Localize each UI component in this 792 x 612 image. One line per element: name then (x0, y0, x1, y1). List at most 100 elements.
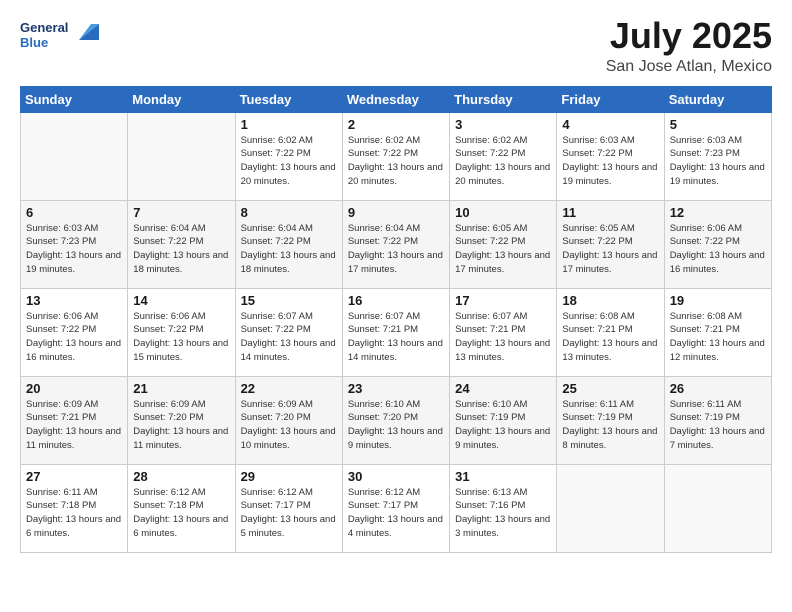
day-info: Sunrise: 6:04 AMSunset: 7:22 PMDaylight:… (348, 222, 444, 277)
calendar-week-row: 6 Sunrise: 6:03 AMSunset: 7:23 PMDaylight… (21, 200, 772, 288)
table-row: 10Sunrise: 6:05 AMSunset: 7:22 PMDayligh… (450, 200, 557, 288)
table-row: 27 Sunrise: 6:11 AMSunset: 7:18 PMDayligh… (21, 464, 128, 552)
day-info: Sunrise: 6:06 AMSunset: 7:22 PMDaylight:… (26, 310, 122, 365)
day-info: Sunrise: 6:08 AMSunset: 7:21 PMDaylight:… (562, 310, 658, 365)
table-row: 3 Sunrise: 6:02 AMSunset: 7:22 PMDaylight… (450, 112, 557, 200)
table-row: 22Sunrise: 6:09 AMSunset: 7:20 PMDayligh… (235, 376, 342, 464)
day-number: 4 (562, 117, 658, 132)
day-number: 3 (455, 117, 551, 132)
table-row (557, 464, 664, 552)
table-row (664, 464, 771, 552)
table-row: 19 Sunrise: 6:08 AMSunset: 7:21 PMDayligh… (664, 288, 771, 376)
day-info: Sunrise: 6:04 AMSunset: 7:22 PMDaylight:… (133, 222, 229, 277)
day-info: Sunrise: 6:12 AMSunset: 7:17 PMDaylight:… (348, 486, 444, 541)
day-number: 2 (348, 117, 444, 132)
day-info: Sunrise: 6:02 AMSunset: 7:22 PMDaylight:… (348, 134, 444, 189)
day-number: 15 (241, 293, 337, 308)
day-number: 14 (133, 293, 229, 308)
day-info: Sunrise: 6:13 AMSunset: 7:16 PMDaylight:… (455, 486, 551, 541)
day-number: 18 (562, 293, 658, 308)
table-row: 16 Sunrise: 6:07 AMSunset: 7:21 PMDayligh… (342, 288, 449, 376)
day-number: 26 (670, 381, 766, 396)
logo-blue: Blue (20, 36, 48, 50)
day-number: 22 (241, 381, 337, 396)
header-tuesday: Tuesday (235, 86, 342, 112)
logo-general: General (20, 21, 68, 35)
table-row: 12Sunrise: 6:06 AMSunset: 7:22 PMDayligh… (664, 200, 771, 288)
calendar-week-row: 27 Sunrise: 6:11 AMSunset: 7:18 PMDayligh… (21, 464, 772, 552)
title-block: July 2025 San Jose Atlan, Mexico (606, 16, 772, 76)
table-row: 17 Sunrise: 6:07 AMSunset: 7:21 PMDayligh… (450, 288, 557, 376)
table-row: 30 Sunrise: 6:12 AMSunset: 7:17 PMDayligh… (342, 464, 449, 552)
day-info: Sunrise: 6:07 AMSunset: 7:21 PMDaylight:… (348, 310, 444, 365)
day-info: Sunrise: 6:03 AMSunset: 7:23 PMDaylight:… (26, 222, 122, 277)
calendar-week-row: 13 Sunrise: 6:06 AMSunset: 7:22 PMDayligh… (21, 288, 772, 376)
table-row: 20Sunrise: 6:09 AMSunset: 7:21 PMDayligh… (21, 376, 128, 464)
day-info: Sunrise: 6:11 AMSunset: 7:19 PMDaylight:… (562, 398, 658, 453)
weekday-header-row: Sunday Monday Tuesday Wednesday Thursday… (21, 86, 772, 112)
day-info: Sunrise: 6:10 AMSunset: 7:19 PMDaylight:… (455, 398, 551, 453)
table-row: 5 Sunrise: 6:03 AMSunset: 7:23 PMDaylight… (664, 112, 771, 200)
table-row: 14 Sunrise: 6:06 AMSunset: 7:22 PMDayligh… (128, 288, 235, 376)
table-row: 29 Sunrise: 6:12 AMSunset: 7:17 PMDayligh… (235, 464, 342, 552)
day-info: Sunrise: 6:11 AMSunset: 7:18 PMDaylight:… (26, 486, 122, 541)
day-info: Sunrise: 6:03 AMSunset: 7:22 PMDaylight:… (562, 134, 658, 189)
table-row: 11 Sunrise: 6:05 AMSunset: 7:22 PMDayligh… (557, 200, 664, 288)
day-info: Sunrise: 6:05 AMSunset: 7:22 PMDaylight:… (455, 222, 551, 277)
day-number: 31 (455, 469, 551, 484)
day-number: 28 (133, 469, 229, 484)
month-title: July 2025 (606, 16, 772, 56)
header-saturday: Saturday (664, 86, 771, 112)
day-number: 1 (241, 117, 337, 132)
table-row: 4 Sunrise: 6:03 AMSunset: 7:22 PMDaylight… (557, 112, 664, 200)
day-info: Sunrise: 6:03 AMSunset: 7:23 PMDaylight:… (670, 134, 766, 189)
day-number: 17 (455, 293, 551, 308)
day-info: Sunrise: 6:12 AMSunset: 7:18 PMDaylight:… (133, 486, 229, 541)
day-number: 19 (670, 293, 766, 308)
table-row: 8Sunrise: 6:04 AMSunset: 7:22 PMDaylight… (235, 200, 342, 288)
day-number: 13 (26, 293, 122, 308)
day-info: Sunrise: 6:06 AMSunset: 7:22 PMDaylight:… (133, 310, 229, 365)
table-row: 15 Sunrise: 6:07 AMSunset: 7:22 PMDayligh… (235, 288, 342, 376)
day-number: 5 (670, 117, 766, 132)
day-number: 8 (241, 205, 337, 220)
calendar-table: Sunday Monday Tuesday Wednesday Thursday… (20, 86, 772, 553)
header-friday: Friday (557, 86, 664, 112)
logo-icon (71, 16, 103, 48)
table-row: 23 Sunrise: 6:10 AMSunset: 7:20 PMDayligh… (342, 376, 449, 464)
day-number: 24 (455, 381, 551, 396)
day-info: Sunrise: 6:09 AMSunset: 7:20 PMDaylight:… (133, 398, 229, 453)
table-row: 13 Sunrise: 6:06 AMSunset: 7:22 PMDayligh… (21, 288, 128, 376)
day-info: Sunrise: 6:02 AMSunset: 7:22 PMDaylight:… (241, 134, 337, 189)
day-info: Sunrise: 6:07 AMSunset: 7:22 PMDaylight:… (241, 310, 337, 365)
day-info: Sunrise: 6:08 AMSunset: 7:21 PMDaylight:… (670, 310, 766, 365)
day-number: 16 (348, 293, 444, 308)
day-number: 9 (348, 205, 444, 220)
table-row: 28 Sunrise: 6:12 AMSunset: 7:18 PMDayligh… (128, 464, 235, 552)
table-row: 1 Sunrise: 6:02 AMSunset: 7:22 PMDaylight… (235, 112, 342, 200)
day-info: Sunrise: 6:02 AMSunset: 7:22 PMDaylight:… (455, 134, 551, 189)
day-info: Sunrise: 6:10 AMSunset: 7:20 PMDaylight:… (348, 398, 444, 453)
day-info: Sunrise: 6:12 AMSunset: 7:17 PMDaylight:… (241, 486, 337, 541)
day-number: 6 (26, 205, 122, 220)
table-row: 25Sunrise: 6:11 AMSunset: 7:19 PMDayligh… (557, 376, 664, 464)
table-row (21, 112, 128, 200)
table-row: 21Sunrise: 6:09 AMSunset: 7:20 PMDayligh… (128, 376, 235, 464)
day-info: Sunrise: 6:07 AMSunset: 7:21 PMDaylight:… (455, 310, 551, 365)
table-row: 9 Sunrise: 6:04 AMSunset: 7:22 PMDaylight… (342, 200, 449, 288)
day-number: 11 (562, 205, 658, 220)
day-number: 23 (348, 381, 444, 396)
day-info: Sunrise: 6:05 AMSunset: 7:22 PMDaylight:… (562, 222, 658, 277)
day-number: 12 (670, 205, 766, 220)
calendar-week-row: 1 Sunrise: 6:02 AMSunset: 7:22 PMDaylight… (21, 112, 772, 200)
table-row: 7Sunrise: 6:04 AMSunset: 7:22 PMDaylight… (128, 200, 235, 288)
day-number: 29 (241, 469, 337, 484)
header-wednesday: Wednesday (342, 86, 449, 112)
table-row: 26 Sunrise: 6:11 AMSunset: 7:19 PMDayligh… (664, 376, 771, 464)
day-number: 30 (348, 469, 444, 484)
location-title: San Jose Atlan, Mexico (606, 58, 772, 76)
calendar-week-row: 20Sunrise: 6:09 AMSunset: 7:21 PMDayligh… (21, 376, 772, 464)
day-number: 27 (26, 469, 122, 484)
day-info: Sunrise: 6:11 AMSunset: 7:19 PMDaylight:… (670, 398, 766, 453)
logo: General Blue (20, 16, 103, 50)
